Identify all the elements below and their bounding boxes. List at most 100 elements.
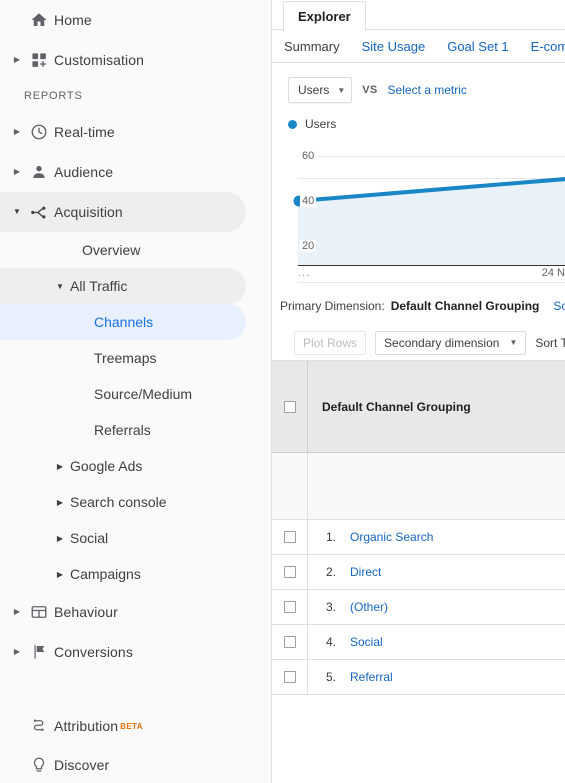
sidebar-item-google-ads[interactable]: ▶ Google Ads bbox=[0, 448, 246, 484]
report-subtabs: Summary Site Usage Goal Set 1 E-comme bbox=[272, 30, 565, 63]
sidebar-section-reports: REPORTS bbox=[24, 90, 83, 102]
row-index: 5. bbox=[325, 670, 336, 684]
chevron-right-icon: ▶ bbox=[13, 167, 21, 176]
secondary-dimension-label: Secondary dimension bbox=[384, 335, 500, 350]
sidebar-item-label: Referrals bbox=[94, 422, 151, 438]
primary-dimension-active[interactable]: Default Channel Grouping bbox=[391, 299, 540, 313]
sidebar-item-discover[interactable]: ▶ Discover bbox=[0, 745, 221, 783]
sidebar-item-label: Google Ads bbox=[70, 458, 143, 474]
sidebar-item-overview[interactable]: ▶ Overview bbox=[0, 232, 246, 268]
main-content: Explorer Summary Site Usage Goal Set 1 E… bbox=[272, 0, 565, 783]
table-row[interactable]: 5. Referral bbox=[272, 660, 565, 695]
select-all-cell[interactable] bbox=[272, 361, 308, 452]
chart-x-axis-labels: ... 24 N bbox=[298, 266, 565, 283]
row-link-social[interactable]: Social bbox=[350, 635, 383, 649]
x-axis-tick-left: ... bbox=[298, 267, 311, 279]
sidebar-item-referrals[interactable]: ▶ Referrals bbox=[0, 412, 246, 448]
sidebar-item-channels[interactable]: ▶ Channels bbox=[0, 304, 246, 340]
sidebar-item-all-traffic[interactable]: ▼ All Traffic bbox=[0, 268, 246, 304]
chevron-down-icon: ▼ bbox=[509, 338, 518, 347]
legend-dot-icon bbox=[288, 119, 297, 129]
y-axis-tick-40: 40 bbox=[300, 195, 317, 207]
table-row[interactable]: 4. Social bbox=[272, 625, 565, 660]
users-over-time-chart[interactable]: 60 40 20 ... 24 N bbox=[288, 138, 565, 283]
row-checkbox-cell[interactable] bbox=[272, 555, 308, 589]
chart-line-series bbox=[293, 177, 565, 265]
row-link-direct[interactable]: Direct bbox=[350, 565, 381, 579]
row-index: 3. bbox=[325, 600, 336, 614]
sidebar-item-audience[interactable]: ▶ Audience bbox=[0, 152, 246, 192]
row-checkbox-cell[interactable] bbox=[272, 625, 308, 659]
chart-plot-area: 60 40 20 bbox=[288, 138, 565, 266]
row-checkbox[interactable] bbox=[283, 531, 296, 543]
select-all-checkbox[interactable] bbox=[283, 400, 296, 413]
sidebar-item-label: Behaviour bbox=[54, 604, 118, 620]
sidebar-item-label: Social bbox=[70, 530, 109, 546]
table-toolbar: Plot Rows Secondary dimension ▼ Sort Typ… bbox=[272, 325, 565, 361]
sidebar-item-treemaps[interactable]: ▶ Treemaps bbox=[0, 340, 246, 376]
row-link-organic-search[interactable]: Organic Search bbox=[350, 530, 433, 544]
sidebar-item-attribution[interactable]: ▶ Attribution BETA bbox=[0, 706, 221, 746]
left-sidebar: ▶ Home ▶ Customisation REPORTS ▶ bbox=[0, 0, 272, 783]
sidebar-item-acquisition[interactable]: ▼ Acquisition bbox=[0, 192, 246, 232]
chevron-down-icon: ▼ bbox=[13, 207, 21, 216]
sidebar-item-real-time[interactable]: ▶ Real-time bbox=[0, 112, 246, 152]
tab-explorer[interactable]: Explorer bbox=[283, 1, 366, 31]
sidebar-item-label: Audience bbox=[54, 164, 114, 180]
sidebar-item-campaigns[interactable]: ▶ Campaigns bbox=[0, 556, 246, 592]
metric-dropdown-value: Users bbox=[298, 83, 330, 97]
sidebar-item-label: Customisation bbox=[54, 52, 145, 68]
table-row[interactable]: 2. Direct bbox=[272, 555, 565, 590]
sidebar-item-social[interactable]: ▶ Social bbox=[0, 520, 246, 556]
sidebar-item-label: Conversions bbox=[54, 644, 133, 660]
table-body: 1. Organic Search 2. Direct 3. (Other) 4… bbox=[272, 520, 565, 695]
chevron-right-icon: ▶ bbox=[13, 607, 21, 616]
x-axis-tick-right: 24 N bbox=[541, 267, 565, 279]
primary-dimension-row: Primary Dimension: Default Channel Group… bbox=[272, 283, 565, 313]
row-index: 4. bbox=[325, 635, 336, 649]
sidebar-item-behaviour[interactable]: ▶ Behaviour bbox=[0, 592, 246, 632]
tab-summary[interactable]: Summary bbox=[284, 39, 340, 54]
table-row[interactable]: 3. (Other) bbox=[272, 590, 565, 625]
sidebar-item-search-console[interactable]: ▶ Search console bbox=[0, 484, 246, 520]
flag-icon bbox=[24, 643, 54, 661]
sidebar-item-label: Search console bbox=[70, 494, 167, 510]
primary-dimension-source-link[interactable]: Source, bbox=[553, 299, 565, 313]
table-pointer-icon bbox=[524, 325, 538, 326]
secondary-dimension-dropdown[interactable]: Secondary dimension ▼ bbox=[375, 330, 527, 355]
row-checkbox[interactable] bbox=[283, 566, 296, 578]
legend-series-label: Users bbox=[305, 117, 337, 131]
sidebar-item-label: Campaigns bbox=[70, 566, 141, 582]
tab-site-usage[interactable]: Site Usage bbox=[362, 39, 426, 54]
tab-ecommerce[interactable]: E-comme bbox=[531, 39, 565, 54]
plot-rows-button[interactable]: Plot Rows bbox=[294, 330, 367, 355]
row-checkbox-cell[interactable] bbox=[272, 590, 308, 624]
row-index: 1. bbox=[325, 530, 336, 544]
row-checkbox-cell[interactable] bbox=[272, 520, 308, 554]
table-row[interactable]: 1. Organic Search bbox=[272, 520, 565, 555]
select-a-metric-link[interactable]: Select a metric bbox=[388, 83, 467, 97]
row-checkbox[interactable] bbox=[283, 636, 296, 648]
metric-dropdown[interactable]: Users ▼ bbox=[288, 77, 353, 103]
row-checkbox-cell[interactable] bbox=[272, 660, 308, 694]
column-header-cell[interactable]: Default Channel Grouping bbox=[308, 361, 565, 452]
vs-label: VS bbox=[362, 84, 378, 96]
row-checkbox[interactable] bbox=[283, 671, 296, 683]
sort-type-label: Sort Type: bbox=[535, 335, 565, 350]
sidebar-item-label: Acquisition bbox=[54, 204, 123, 220]
row-dimension-cell: 5. Referral bbox=[308, 660, 565, 694]
tab-goal-set-1[interactable]: Goal Set 1 bbox=[447, 39, 508, 54]
sidebar-item-home[interactable]: ▶ Home bbox=[0, 0, 246, 40]
sidebar-item-source-medium[interactable]: ▶ Source/Medium bbox=[0, 376, 246, 412]
person-icon bbox=[24, 163, 54, 181]
beta-badge: BETA bbox=[120, 721, 143, 731]
sidebar-item-conversions[interactable]: ▶ Conversions bbox=[0, 632, 246, 672]
row-link-referral[interactable]: Referral bbox=[350, 670, 393, 684]
sidebar-item-customisation[interactable]: ▶ Customisation bbox=[0, 40, 246, 80]
primary-dimension-label: Primary Dimension: bbox=[280, 299, 385, 313]
row-checkbox[interactable] bbox=[283, 601, 296, 613]
row-link-other[interactable]: (Other) bbox=[350, 600, 388, 614]
explorer-tabstrip: Explorer bbox=[272, 0, 565, 31]
acquisition-icon bbox=[24, 203, 54, 222]
customisation-icon bbox=[24, 52, 54, 69]
